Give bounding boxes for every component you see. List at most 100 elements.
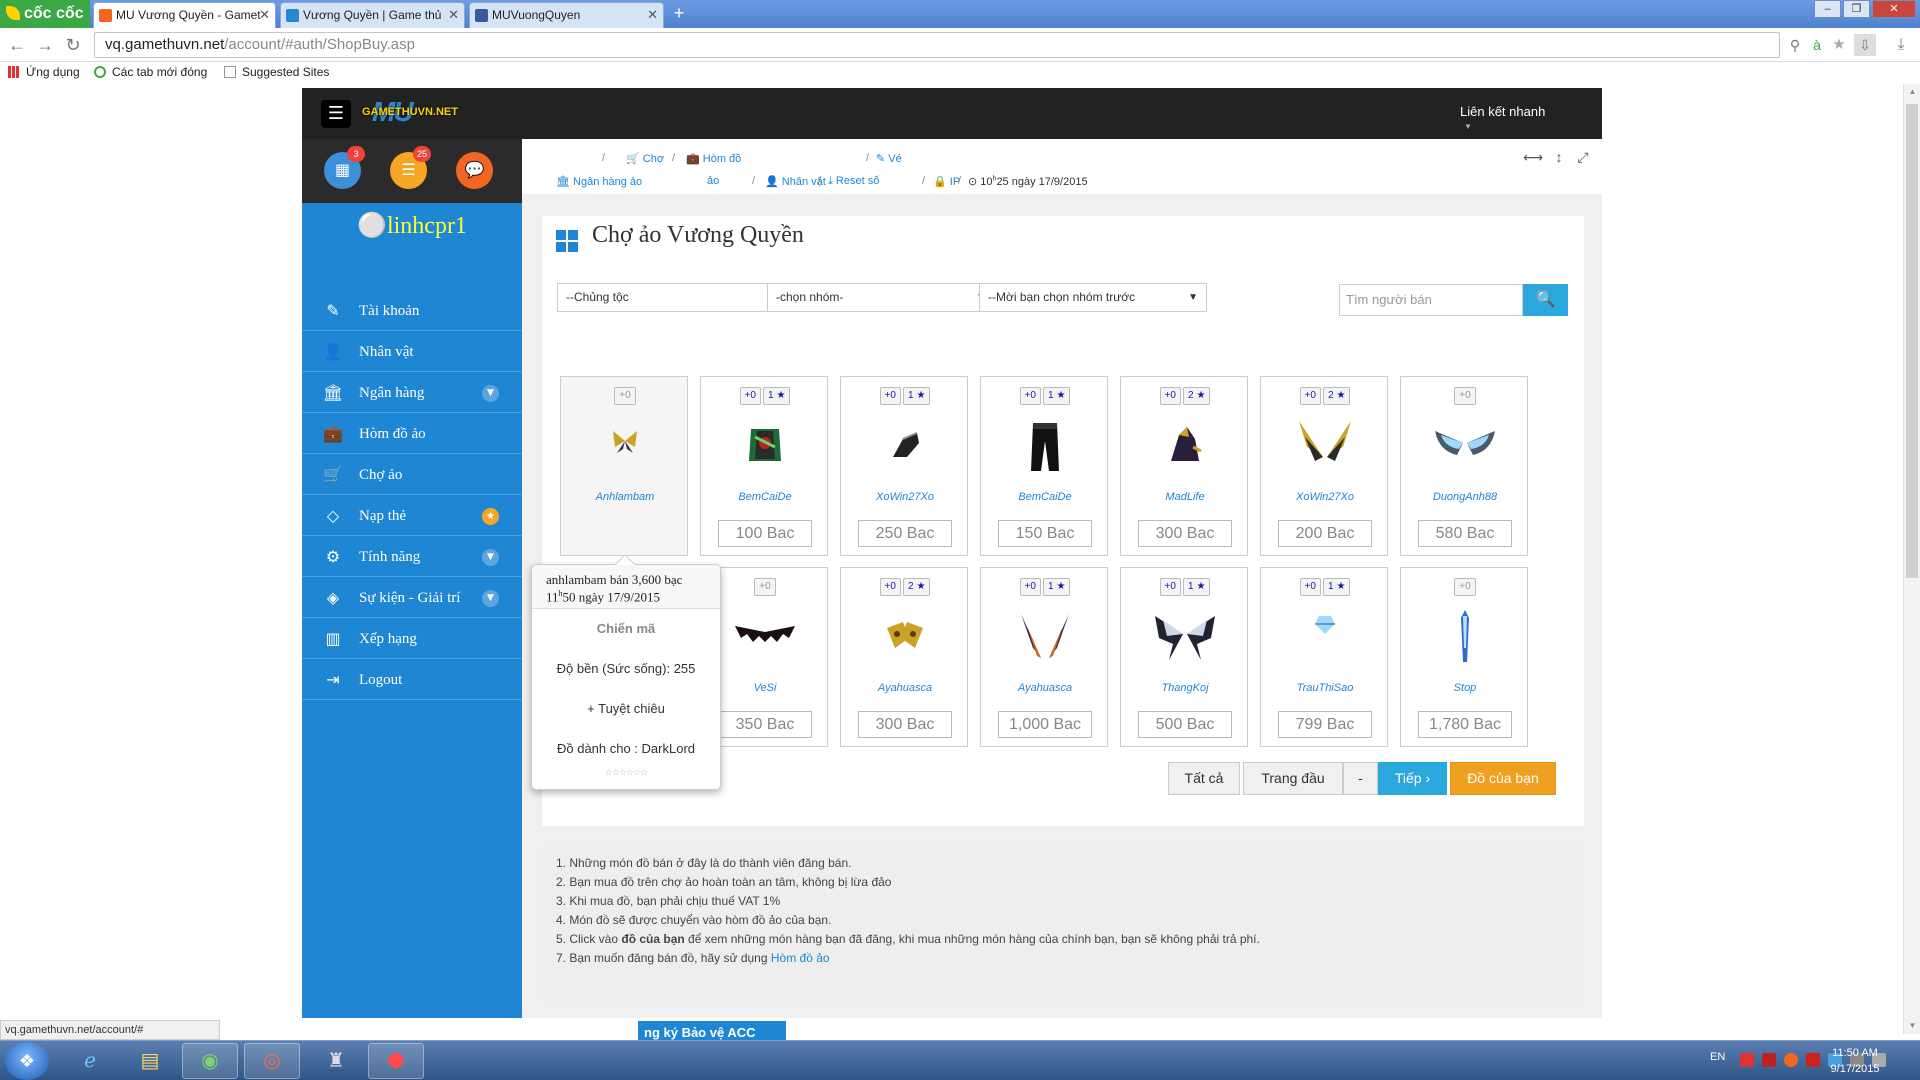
sidebar-item-0[interactable]: ✎ Tài khoản: [302, 291, 522, 331]
bookmark-star-icon[interactable]: ★: [1828, 34, 1850, 56]
chat-button[interactable]: 💬: [456, 152, 493, 189]
forward-arrow-icon[interactable]: →: [34, 34, 56, 56]
item-card[interactable]: +0 2 ★ XoWin27Xo 200 Bac: [1260, 376, 1388, 556]
item-card[interactable]: +0 1 ★ BemCaiDe 150 Bac: [980, 376, 1108, 556]
internet-explorer-icon[interactable]: ℯ: [62, 1043, 118, 1079]
search-button[interactable]: 🔍: [1523, 284, 1568, 316]
bookmark-suggested-sites[interactable]: Suggested Sites: [224, 65, 329, 79]
download-manager-icon[interactable]: ⇩: [1854, 34, 1876, 56]
seller-link[interactable]: DuongAnh88: [1401, 491, 1529, 503]
item-card[interactable]: +0 Stop 1,780 Bac: [1400, 567, 1528, 747]
breadcrumb-nhan-vat[interactable]: 👤 Nhân vật: [765, 175, 826, 188]
item-image[interactable]: [1013, 608, 1077, 668]
breadcrumb-cho[interactable]: 🛒 Chợ: [626, 152, 664, 165]
item-image[interactable]: [873, 608, 937, 668]
site-logo[interactable]: MU GAMETHUVN.NET: [362, 96, 482, 127]
seller-link[interactable]: Ayahuasca: [841, 682, 969, 694]
price-button[interactable]: 200 Bac: [1278, 520, 1372, 547]
page-dash-button[interactable]: -: [1343, 762, 1378, 795]
seller-link[interactable]: Stop: [1401, 682, 1529, 694]
hom-do-ao-link[interactable]: Hòm đồ ảo: [771, 951, 830, 965]
window-close-icon[interactable]: ✕: [1872, 0, 1916, 18]
breadcrumb-ngan-hang[interactable]: 🏛 Ngân hàng ảo: [556, 175, 642, 188]
coccoc-dictionary-icon[interactable]: à: [1806, 34, 1828, 56]
item-image[interactable]: [1153, 608, 1217, 668]
close-icon[interactable]: ✕: [647, 3, 658, 27]
quick-link-dropdown[interactable]: Liên kết nhanh ▼: [1460, 104, 1545, 131]
close-icon[interactable]: ✕: [259, 3, 270, 27]
price-button[interactable]: 1,780 Bac: [1418, 711, 1512, 738]
taskbar-clock[interactable]: 11:50 AM 9/17/2015: [1820, 1045, 1890, 1077]
item-image[interactable]: [733, 417, 797, 477]
app-tray-icon[interactable]: [1762, 1053, 1776, 1067]
fullscreen-icon[interactable]: ⤢: [1573, 149, 1593, 166]
first-page-button[interactable]: Trang đầu: [1243, 762, 1343, 795]
expand-vertical-icon[interactable]: ↕: [1549, 149, 1569, 165]
file-explorer-icon[interactable]: ▤: [122, 1043, 178, 1079]
item-card[interactable]: +0 1 ★ ThangKoj 500 Bac: [1120, 567, 1248, 747]
language-indicator[interactable]: EN: [1710, 1051, 1725, 1063]
garena-tray-icon[interactable]: [1784, 1053, 1798, 1067]
seller-link[interactable]: ThangKoj: [1121, 682, 1249, 694]
sidebar-item-1[interactable]: 👤 Nhân vật: [302, 332, 522, 372]
seller-link[interactable]: BemCaiDe: [981, 491, 1109, 503]
item-image[interactable]: [873, 417, 937, 477]
breadcrumb-hom-do[interactable]: 💼 Hòm đồ: [686, 152, 741, 165]
sidebar-item-7[interactable]: ◈ Sự kiện - Giải trí ▼: [302, 578, 522, 618]
item-card[interactable]: +0 1 ★ Ayahuasca 1,000 Bac: [980, 567, 1108, 747]
tab-mu-vuong-quyen[interactable]: MU Vương Quyền - Gamet ✕: [93, 2, 276, 28]
price-button[interactable]: 1,000 Bac: [998, 711, 1092, 738]
price-button[interactable]: 580 Bac: [1418, 520, 1512, 547]
price-button[interactable]: 150 Bac: [998, 520, 1092, 547]
sidebar-item-9[interactable]: ⇥ Logout: [302, 660, 522, 700]
item-image[interactable]: [1433, 417, 1497, 477]
chevron-down-icon[interactable]: ▼: [482, 590, 499, 607]
item-image[interactable]: [1293, 417, 1357, 477]
mu-launcher-taskbar-icon[interactable]: ⬢: [368, 1043, 424, 1079]
bookmark-recent-tabs[interactable]: Các tab mới đóng: [94, 65, 207, 79]
sidebar-item-6[interactable]: ⚙ Tính năng ▼: [302, 537, 522, 577]
price-button[interactable]: 500 Bac: [1138, 711, 1232, 738]
breadcrumb-hom-do-cont[interactable]: ảo: [707, 175, 719, 187]
chevron-down-icon[interactable]: ▼: [482, 549, 499, 566]
seller-link[interactable]: MadLife: [1121, 491, 1249, 503]
seller-search-input[interactable]: Tìm người bán: [1339, 284, 1523, 316]
seller-link[interactable]: Anhlambam: [561, 491, 689, 503]
item-image[interactable]: [1433, 608, 1497, 668]
sidebar-item-8[interactable]: ▥ Xếp hạng: [302, 619, 522, 659]
all-button[interactable]: Tất cả: [1168, 762, 1240, 795]
restore-icon[interactable]: ❐: [1843, 0, 1870, 18]
scroll-down-icon[interactable]: ▼: [1904, 1018, 1920, 1034]
download-icon[interactable]: ⤓: [1890, 34, 1912, 56]
price-button[interactable]: 799 Bac: [1278, 711, 1372, 738]
bookmark-apps[interactable]: Ứng dụng: [8, 65, 80, 79]
start-button[interactable]: ❖: [5, 1042, 49, 1080]
unikey-tray-icon[interactable]: [1806, 1053, 1820, 1067]
price-button[interactable]: 350 Bac: [718, 711, 812, 738]
expand-horizontal-icon[interactable]: ⟷: [1523, 149, 1543, 166]
item-card[interactable]: +0 1 ★ BemCaiDe 100 Bac: [700, 376, 828, 556]
scroll-up-icon[interactable]: ▲: [1904, 84, 1920, 100]
antivirus-tray-icon[interactable]: [1740, 1053, 1754, 1067]
seller-link[interactable]: XoWin27Xo: [841, 491, 969, 503]
hamburger-menu-icon[interactable]: ☰: [321, 100, 351, 128]
item-card[interactable]: +0 1 ★ XoWin27Xo 250 Bac: [840, 376, 968, 556]
sidebar-item-3[interactable]: 💼 Hòm đồ ảo: [302, 414, 522, 454]
group-select[interactable]: -chọn nhóm-▼: [767, 283, 995, 312]
item-card[interactable]: +0 DuongAnh88 580 Bac: [1400, 376, 1528, 556]
item-card[interactable]: +0 1 ★ TrauThiSao 799 Bac: [1260, 567, 1388, 747]
scroll-thumb[interactable]: [1906, 104, 1918, 578]
item-card[interactable]: +0 Anhlambam: [560, 376, 688, 556]
tab-game-thu[interactable]: Vương Quyền | Game thủ ✕: [280, 2, 465, 28]
my-items-button[interactable]: Đồ của bạn: [1450, 762, 1556, 795]
sidebar-item-2[interactable]: 🏛 Ngân hàng ▼: [302, 373, 522, 413]
back-arrow-icon[interactable]: ←: [6, 34, 28, 56]
seller-link[interactable]: XoWin27Xo: [1261, 491, 1389, 503]
seller-link[interactable]: Ayahuasca: [981, 682, 1109, 694]
seller-link[interactable]: TrauThiSao: [1261, 682, 1389, 694]
minimize-icon[interactable]: –: [1814, 0, 1841, 18]
breadcrumb-ip[interactable]: 🔒 IP: [933, 175, 960, 188]
item-image[interactable]: [1153, 417, 1217, 477]
pin-icon[interactable]: ⚲: [1784, 34, 1806, 56]
chevron-down-icon[interactable]: ▼: [482, 385, 499, 402]
